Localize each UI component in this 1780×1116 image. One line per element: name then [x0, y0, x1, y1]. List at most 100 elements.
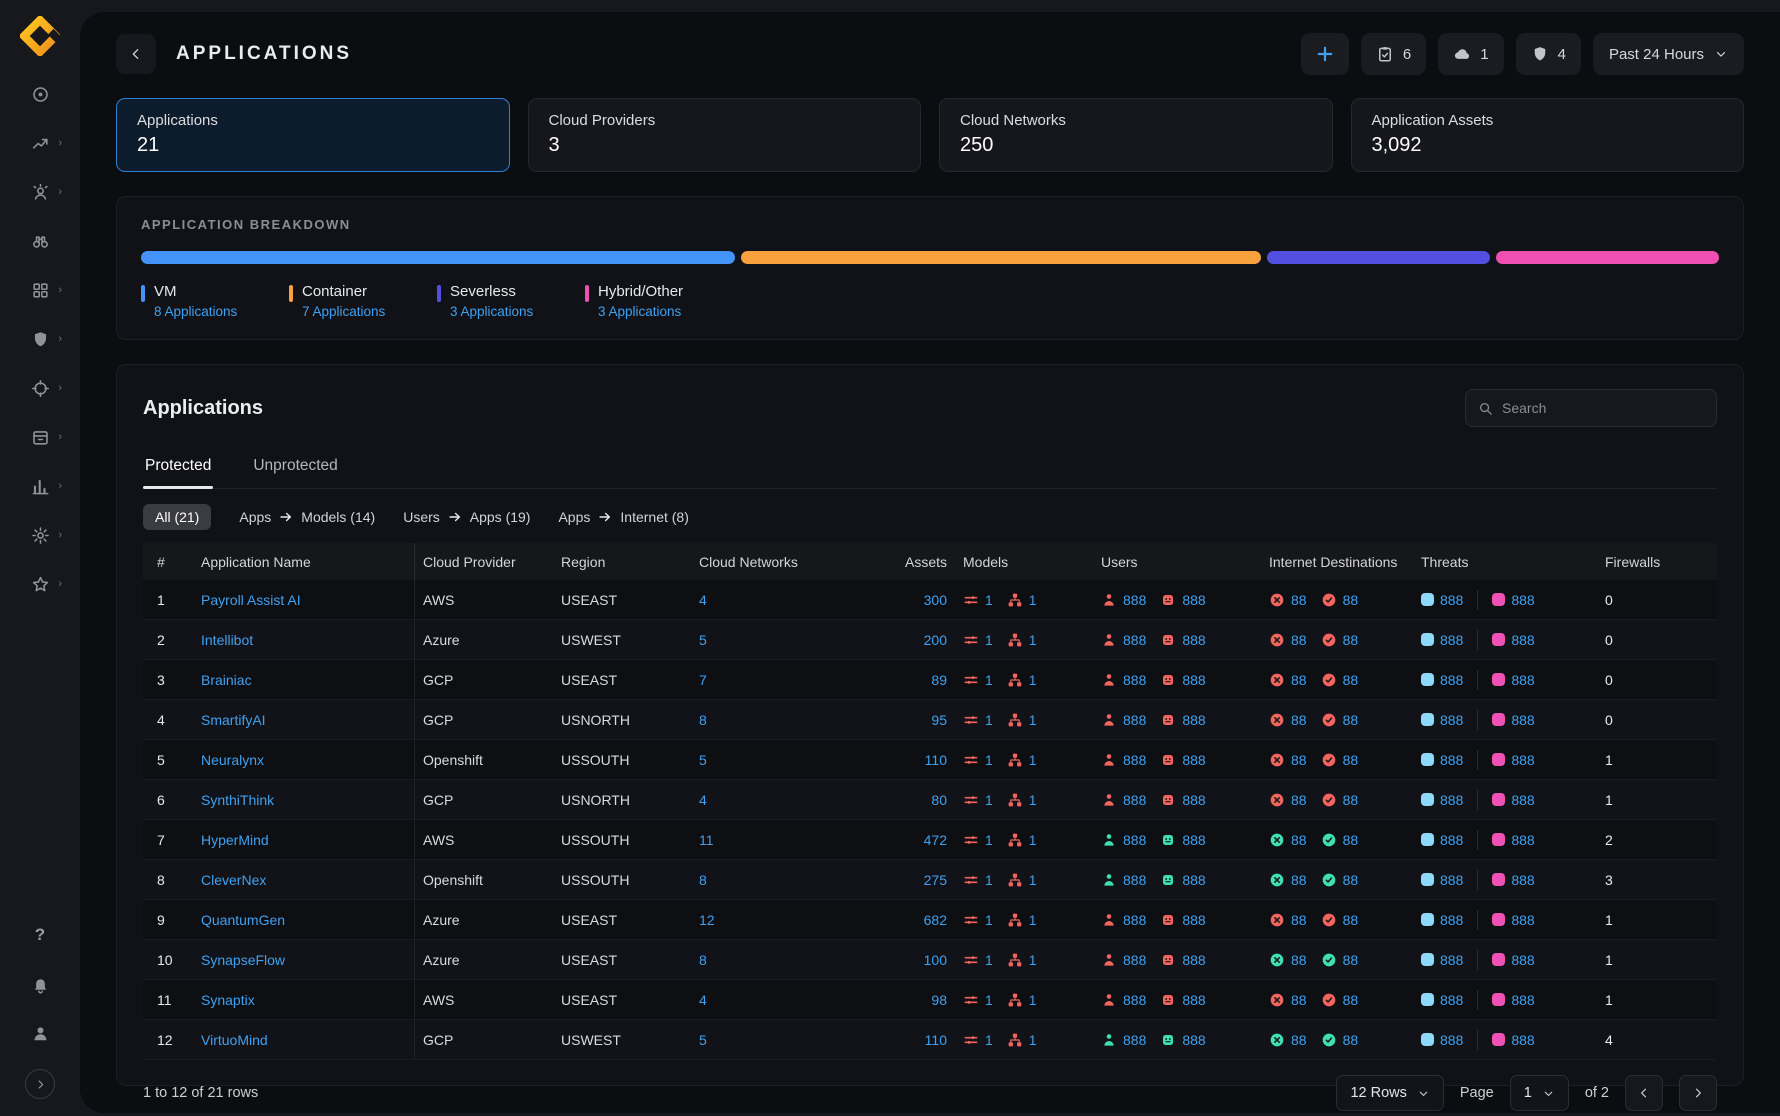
filter-chip-users-apps-19-[interactable]: UsersApps (19)	[403, 509, 530, 525]
assets-link[interactable]: 95	[931, 712, 947, 728]
threats-blue-count[interactable]: 888	[1440, 632, 1463, 648]
machine-users-metric-count[interactable]: 888	[1182, 1032, 1205, 1048]
threats-blue-count[interactable]: 888	[1440, 872, 1463, 888]
cloud-networks-link[interactable]: 11	[699, 832, 714, 848]
application-name-link[interactable]: QuantumGen	[201, 912, 285, 928]
model-hierarchy-metric-count[interactable]: 1	[1029, 712, 1037, 728]
human-users-metric-count[interactable]: 888	[1123, 912, 1146, 928]
application-name-link[interactable]: Neuralynx	[201, 752, 264, 768]
blocked-destinations-metric-count[interactable]: 88	[1291, 632, 1307, 648]
assets-link[interactable]: 110	[925, 1032, 947, 1048]
column-header-assets[interactable]: Assets	[843, 554, 955, 570]
filter-chip-all[interactable]: All (21)	[143, 504, 211, 530]
sidebar-item-grid[interactable]: ›	[17, 276, 63, 304]
allowed-destinations-metric-count[interactable]: 88	[1343, 752, 1359, 768]
summary-card-cloud-providers[interactable]: Cloud Providers3	[528, 98, 922, 172]
allowed-destinations-metric-count[interactable]: 88	[1343, 1032, 1359, 1048]
machine-users-metric-count[interactable]: 888	[1182, 832, 1205, 848]
human-users-metric-count[interactable]: 888	[1123, 1032, 1146, 1048]
threats-pink-count[interactable]: 888	[1511, 672, 1534, 688]
model-hierarchy-metric-count[interactable]: 1	[1029, 992, 1037, 1008]
model-metric-count[interactable]: 1	[985, 872, 993, 888]
sidebar-item-radar[interactable]	[17, 80, 63, 108]
time-range-dropdown[interactable]: Past 24 Hours	[1593, 33, 1744, 75]
summary-card-cloud-networks[interactable]: Cloud Networks250	[939, 98, 1333, 172]
sidebar-item-gear[interactable]: ›	[17, 521, 63, 549]
machine-users-metric-count[interactable]: 888	[1182, 672, 1205, 688]
threats-pink-count[interactable]: 888	[1511, 712, 1534, 728]
human-users-metric-count[interactable]: 888	[1123, 592, 1146, 608]
model-metric-count[interactable]: 1	[985, 632, 993, 648]
sidebar-item-crosshair[interactable]: ›	[17, 374, 63, 402]
threats-pink-count[interactable]: 888	[1511, 792, 1534, 808]
sidebar-item-user-rays[interactable]: ›	[17, 178, 63, 206]
model-hierarchy-metric-count[interactable]: 1	[1029, 592, 1037, 608]
application-name-link[interactable]: SynthiThink	[201, 792, 274, 808]
filter-chip-apps-models-14-[interactable]: AppsModels (14)	[239, 509, 375, 525]
summary-card-application-assets[interactable]: Application Assets3,092	[1351, 98, 1745, 172]
assets-link[interactable]: 89	[931, 672, 947, 688]
machine-users-metric-count[interactable]: 888	[1182, 592, 1205, 608]
column-header-index[interactable]: #	[143, 554, 193, 570]
stat-button-shield[interactable]: 4	[1516, 33, 1581, 75]
legend-count-link[interactable]: 8 Applications	[154, 304, 237, 319]
cloud-networks-link[interactable]: 5	[699, 632, 707, 648]
allowed-destinations-metric-count[interactable]: 88	[1343, 952, 1359, 968]
threats-pink-count[interactable]: 888	[1511, 632, 1534, 648]
model-hierarchy-metric-count[interactable]: 1	[1029, 872, 1037, 888]
prev-page-button[interactable]	[1625, 1075, 1663, 1111]
threats-pink-count[interactable]: 888	[1511, 952, 1534, 968]
sidebar-item-bar-chart[interactable]: ›	[17, 472, 63, 500]
model-metric-count[interactable]: 1	[985, 672, 993, 688]
model-metric-count[interactable]: 1	[985, 792, 993, 808]
rows-per-page-select[interactable]: 12 Rows	[1336, 1075, 1443, 1111]
blocked-destinations-metric-count[interactable]: 88	[1291, 872, 1307, 888]
assets-link[interactable]: 472	[924, 832, 947, 848]
machine-users-metric-count[interactable]: 888	[1182, 752, 1205, 768]
sidebar-item-binoculars[interactable]	[17, 227, 63, 255]
model-hierarchy-metric-count[interactable]: 1	[1029, 952, 1037, 968]
human-users-metric-count[interactable]: 888	[1123, 712, 1146, 728]
blocked-destinations-metric-count[interactable]: 88	[1291, 792, 1307, 808]
machine-users-metric-count[interactable]: 888	[1182, 632, 1205, 648]
cloud-networks-link[interactable]: 8	[699, 712, 707, 728]
search-box[interactable]	[1465, 389, 1717, 427]
human-users-metric-count[interactable]: 888	[1123, 992, 1146, 1008]
allowed-destinations-metric-count[interactable]: 88	[1343, 872, 1359, 888]
model-metric-count[interactable]: 1	[985, 912, 993, 928]
human-users-metric-count[interactable]: 888	[1123, 952, 1146, 968]
machine-users-metric-count[interactable]: 888	[1182, 712, 1205, 728]
machine-users-metric-count[interactable]: 888	[1182, 992, 1205, 1008]
application-name-link[interactable]: Intellibot	[201, 632, 253, 648]
assets-link[interactable]: 80	[931, 792, 947, 808]
threats-blue-count[interactable]: 888	[1440, 792, 1463, 808]
tab-protected[interactable]: Protected	[143, 447, 213, 488]
model-hierarchy-metric-count[interactable]: 1	[1029, 792, 1037, 808]
allowed-destinations-metric-count[interactable]: 88	[1343, 992, 1359, 1008]
application-name-link[interactable]: SynapseFlow	[201, 952, 285, 968]
tab-unprotected[interactable]: Unprotected	[251, 447, 339, 488]
threats-blue-count[interactable]: 888	[1440, 1032, 1463, 1048]
application-name-link[interactable]: CleverNex	[201, 872, 266, 888]
assets-link[interactable]: 275	[924, 872, 947, 888]
column-header-threats[interactable]: Threats	[1413, 554, 1591, 570]
blocked-destinations-metric-count[interactable]: 88	[1291, 592, 1307, 608]
human-users-metric-count[interactable]: 888	[1123, 672, 1146, 688]
threats-pink-count[interactable]: 888	[1511, 752, 1534, 768]
human-users-metric-count[interactable]: 888	[1123, 632, 1146, 648]
model-hierarchy-metric-count[interactable]: 1	[1029, 672, 1037, 688]
application-name-link[interactable]: SmartifyAI	[201, 712, 266, 728]
threats-pink-count[interactable]: 888	[1511, 912, 1534, 928]
cloud-networks-link[interactable]: 5	[699, 752, 707, 768]
add-button[interactable]	[1301, 33, 1349, 75]
blocked-destinations-metric-count[interactable]: 88	[1291, 992, 1307, 1008]
threats-blue-count[interactable]: 888	[1440, 952, 1463, 968]
model-metric-count[interactable]: 1	[985, 712, 993, 728]
allowed-destinations-metric-count[interactable]: 88	[1343, 912, 1359, 928]
allowed-destinations-metric-count[interactable]: 88	[1343, 592, 1359, 608]
sidebar-expand-button[interactable]	[25, 1069, 55, 1099]
sidebar-item-help[interactable]: ?	[17, 922, 63, 948]
application-name-link[interactable]: Brainiac	[201, 672, 252, 688]
threats-pink-count[interactable]: 888	[1511, 872, 1534, 888]
column-header-cloud-provider[interactable]: Cloud Provider	[415, 554, 553, 570]
